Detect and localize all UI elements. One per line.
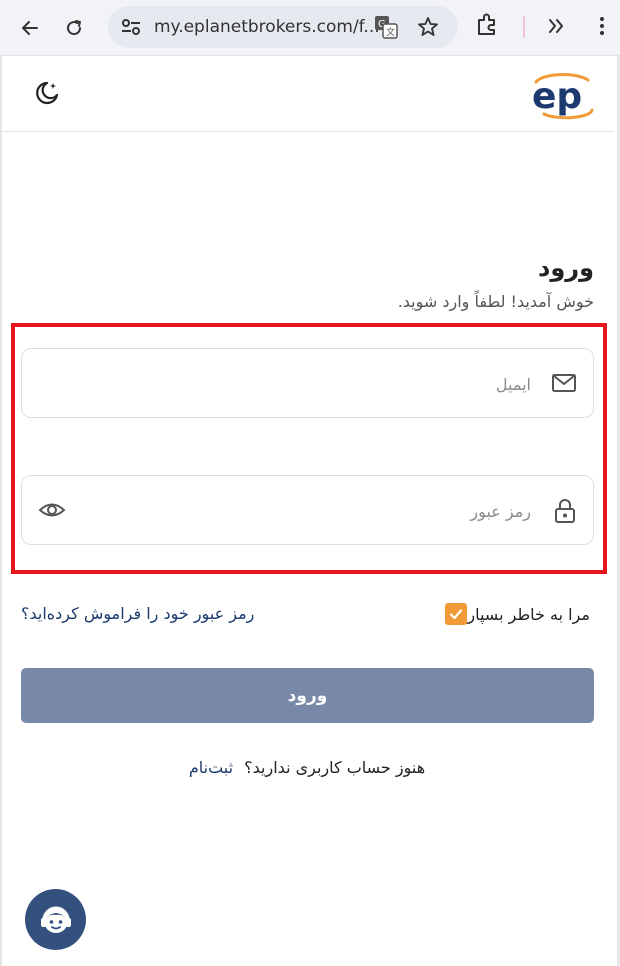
remember-checkbox[interactable]: [445, 603, 468, 625]
password-input[interactable]: [91, 494, 531, 528]
brand-logo[interactable]: ep: [530, 70, 596, 120]
menu-kebab-icon[interactable]: [594, 12, 610, 40]
address-bar[interactable]: my.eplanetbrokers.com/f... G文: [108, 6, 458, 48]
password-field[interactable]: [21, 475, 594, 545]
toolbar-separator: [523, 16, 525, 38]
email-field[interactable]: [21, 348, 594, 418]
url-text[interactable]: my.eplanetbrokers.com/f...: [154, 17, 380, 37]
back-icon: [22, 21, 38, 35]
checkmark-icon: [450, 609, 463, 620]
reload-button[interactable]: [56, 10, 92, 46]
email-input[interactable]: [91, 367, 531, 401]
signup-link[interactable]: ثبت‌نام: [189, 758, 233, 777]
bookmark-star-icon[interactable]: [416, 15, 440, 39]
translate-icon[interactable]: G文: [374, 15, 398, 39]
signup-prompt: هنوز حساب کاربری ندارید؟: [244, 758, 426, 777]
lock-icon: [555, 499, 575, 523]
moon-icon[interactable]: [34, 80, 60, 106]
login-page: ep ورود خوش آمدید! لطفاً وارد شوید. مرا …: [0, 56, 620, 966]
site-settings-icon[interactable]: [120, 17, 142, 37]
show-password-icon[interactable]: [38, 498, 66, 522]
support-chat-button[interactable]: [25, 889, 86, 950]
logo-text: ep: [532, 76, 582, 117]
forgot-password-link[interactable]: رمز عبور خود را فراموش کرده‌اید؟: [21, 604, 254, 623]
app-header: ep: [0, 56, 614, 132]
extensions-icon[interactable]: [474, 12, 500, 38]
remember-me[interactable]: مرا به خاطر بسپار: [433, 603, 590, 625]
mail-icon: [552, 374, 576, 392]
more-extensions-icon[interactable]: [543, 12, 571, 40]
remember-label: مرا به خاطر بسپار: [467, 604, 590, 624]
browser-toolbar: my.eplanetbrokers.com/f... G文: [0, 0, 620, 56]
page-title: ورود: [538, 254, 594, 282]
reload-icon: [67, 20, 82, 36]
login-button[interactable]: ورود: [21, 668, 594, 723]
support-agent-icon: [40, 906, 71, 933]
signup-row: هنوز حساب کاربری ندارید؟ ثبت‌نام: [0, 758, 614, 777]
svg-text:文: 文: [386, 26, 395, 38]
back-button[interactable]: [12, 10, 48, 46]
page-subtitle: خوش آمدید! لطفاً وارد شوید.: [397, 292, 594, 311]
